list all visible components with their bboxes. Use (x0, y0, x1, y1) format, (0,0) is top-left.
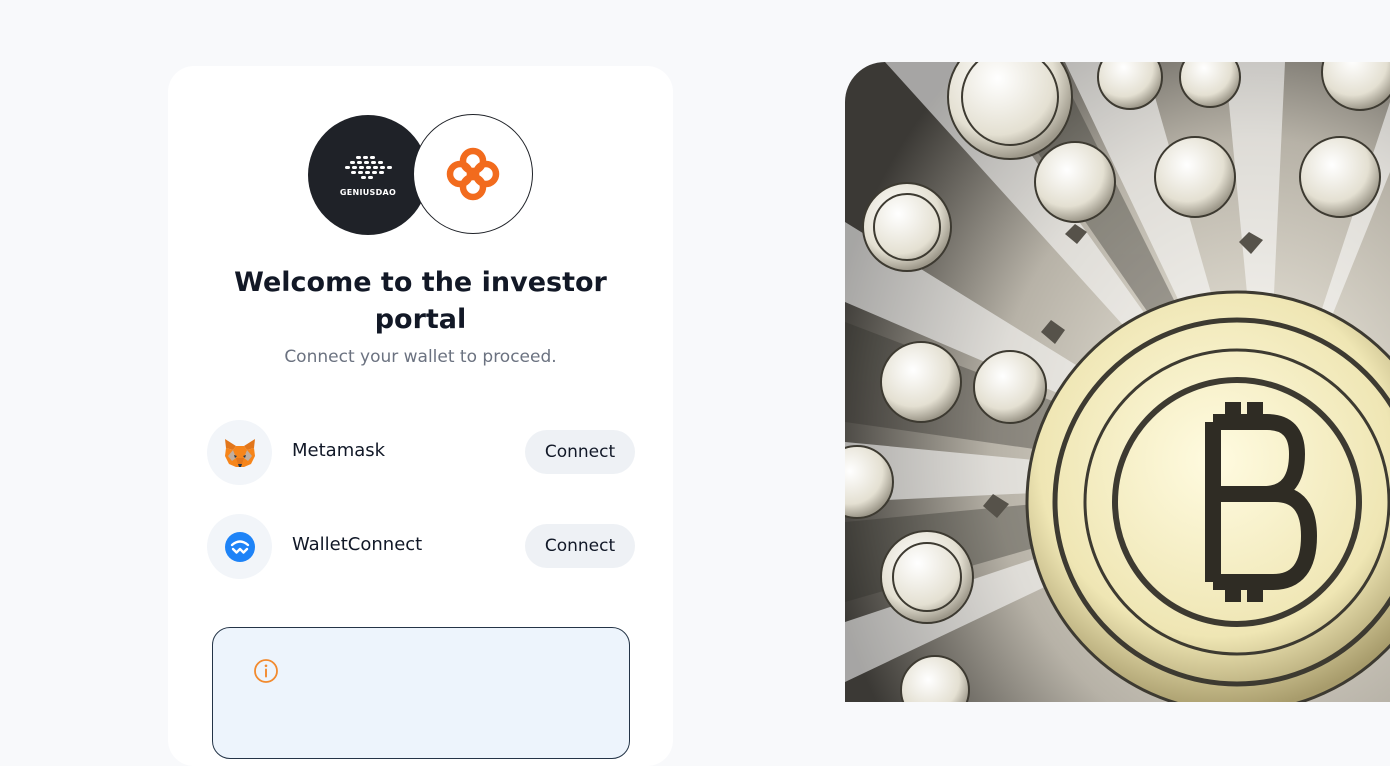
connect-walletconnect-button[interactable]: Connect (525, 524, 635, 568)
connect-metamask-button[interactable]: Connect (525, 430, 635, 474)
geniusdao-logo-text: GENIUSDAO (339, 187, 397, 197)
hero-image (845, 62, 1390, 702)
wallet-option-metamask[interactable]: Metamask Connect (207, 420, 635, 486)
page-subtitle: Connect your wallet to proceed. (284, 347, 557, 367)
login-card: GENIUSDAO Welcome to the investor portal… (168, 66, 673, 766)
wallet-icon-container (207, 514, 272, 579)
wallet-name: Metamask (292, 440, 386, 461)
logo-group: GENIUSDAO (308, 114, 538, 236)
wallet-name: WalletConnect (292, 534, 423, 555)
info-notice-box (212, 627, 630, 759)
wallet-icon-container (207, 420, 272, 485)
bitcoin-coins-illustration (845, 62, 1390, 702)
geniusdao-mark-icon (345, 155, 392, 179)
partner-logo (413, 114, 533, 234)
clover-logo-icon (446, 147, 500, 201)
info-circle-icon (254, 659, 278, 683)
page-title: Welcome to the investor portal (234, 267, 607, 335)
geniusdao-logo: GENIUSDAO (308, 115, 428, 235)
wallet-option-walletconnect[interactable]: WalletConnect Connect (207, 514, 635, 580)
metamask-fox-icon (224, 438, 255, 467)
walletconnect-icon (224, 531, 255, 562)
